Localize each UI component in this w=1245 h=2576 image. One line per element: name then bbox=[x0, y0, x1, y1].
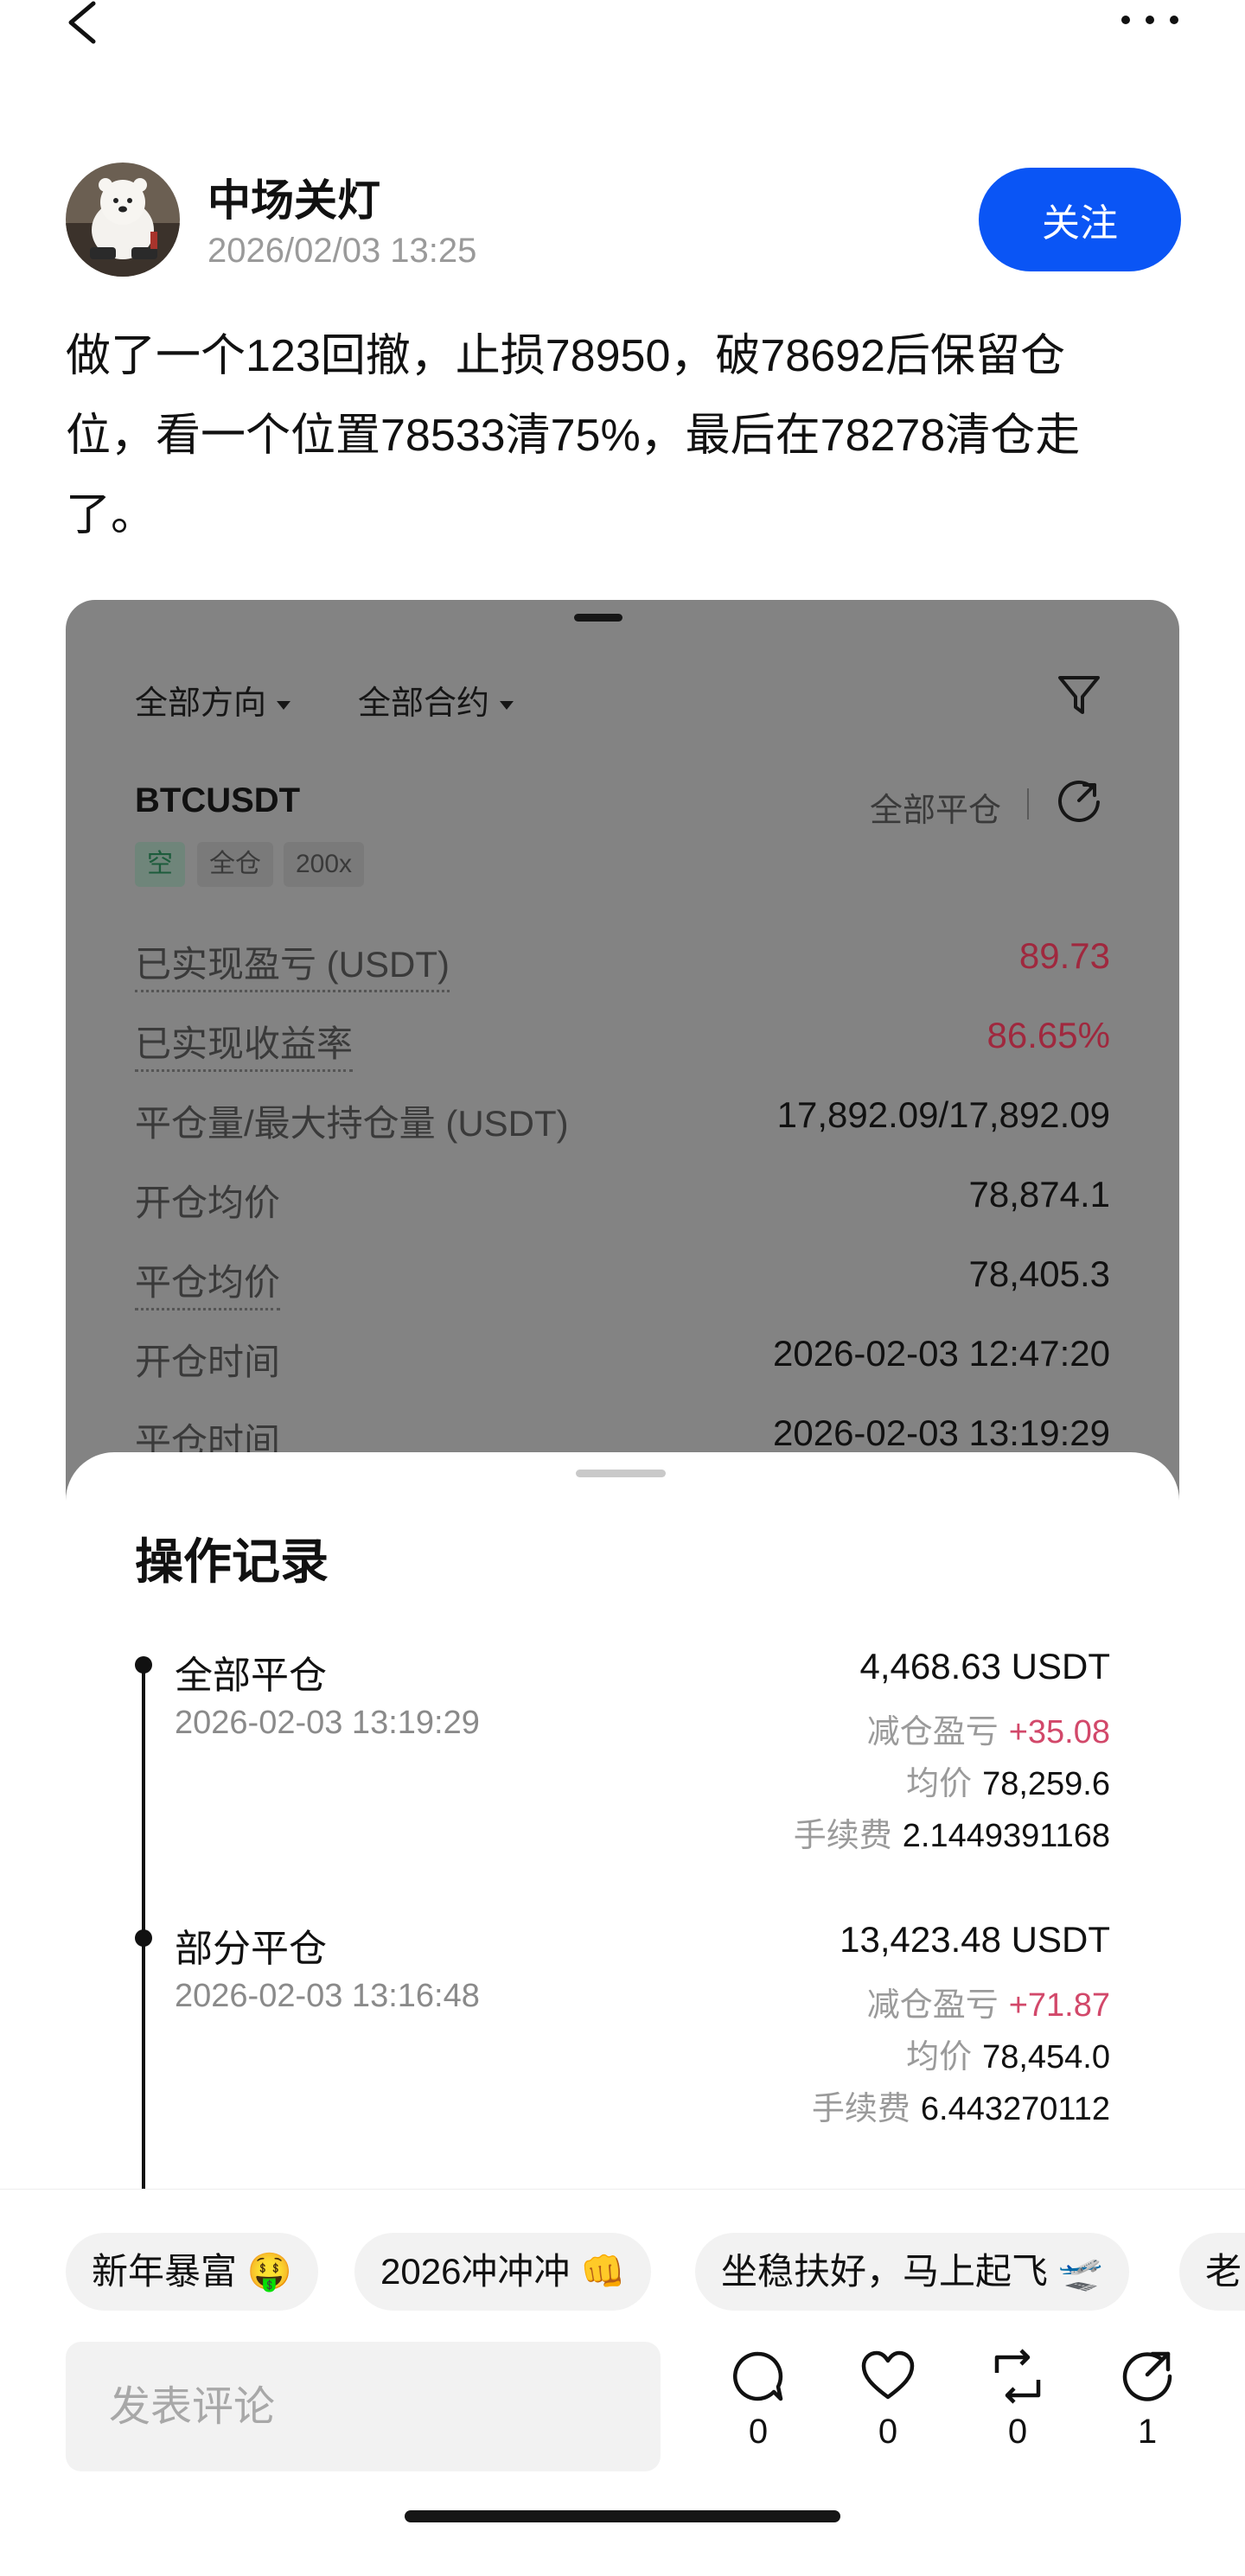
fee-value: 6.443270112 bbox=[920, 2091, 1110, 2127]
leverage-tag: 200x bbox=[284, 842, 365, 887]
margin-tag: 全仓 bbox=[197, 842, 273, 887]
pnl-label: 减仓盈亏 bbox=[866, 1987, 999, 2024]
records-title: 操作记录 bbox=[135, 1534, 329, 1589]
quick-reply-chip[interactable]: 新年暴富 🤑 bbox=[66, 2233, 318, 2311]
caret-down-icon bbox=[500, 700, 514, 710]
funnel-icon bbox=[1055, 671, 1103, 719]
like-count: 0 bbox=[878, 2413, 898, 2451]
price-value: 78,454.0 bbox=[982, 2039, 1110, 2075]
share-icon bbox=[1122, 2351, 1172, 2401]
open-price-label: 开仓均价 bbox=[135, 1183, 281, 1223]
record-fee: 手续费 2.1449391168 bbox=[794, 1808, 1110, 1856]
realized-roi-label: 已实现收益率 bbox=[135, 1015, 354, 1072]
chevron-left-icon bbox=[68, 1, 96, 44]
contract-filter: 全部合约 bbox=[358, 676, 514, 724]
like-button[interactable]: 0 bbox=[840, 2349, 935, 2452]
record-time: 2026-02-03 13:19:29 bbox=[175, 1705, 480, 1741]
direction-filter-label: 全部方向 bbox=[135, 685, 267, 722]
direction-tag: 空 bbox=[135, 842, 185, 887]
follow-button[interactable]: 关注 bbox=[979, 168, 1181, 271]
price-label: 均价 bbox=[906, 1766, 973, 1802]
quick-reply-chip[interactable]: 老 bbox=[1179, 2233, 1245, 2311]
record-price: 均价 78,454.0 bbox=[906, 2030, 1110, 2077]
author-name[interactable]: 中场关灯 bbox=[208, 166, 380, 228]
record-amount: 13,423.48 USDT bbox=[840, 1919, 1110, 1960]
close-all-link: 全部平仓 bbox=[870, 793, 1002, 829]
bear-avatar-icon bbox=[66, 163, 180, 277]
fee-value: 2.1449391168 bbox=[902, 1818, 1110, 1854]
price-label: 均价 bbox=[906, 2039, 973, 2075]
sheet-handle bbox=[576, 1470, 666, 1477]
divider bbox=[1027, 788, 1029, 819]
pnl-value: +71.87 bbox=[1008, 1987, 1110, 2024]
post-text-line: 位，看一个位置78533清75%，最后在78278清仓走 bbox=[66, 411, 1081, 461]
realized-pnl-value: 89.73 bbox=[1018, 935, 1110, 976]
symbol-label: BTCUSDT bbox=[135, 781, 301, 819]
post-time: 2026/02/03 13:25 bbox=[208, 232, 477, 270]
close-volume-label: 平仓量/最大持仓量 (USDT) bbox=[135, 1103, 569, 1144]
record-pnl: 减仓盈亏 +71.87 bbox=[867, 1978, 1110, 2025]
open-time-value: 2026-02-03 12:47:20 bbox=[773, 1333, 1110, 1374]
avatar[interactable] bbox=[66, 163, 180, 277]
back-button[interactable] bbox=[61, 0, 112, 52]
post-text-line: 了。 bbox=[66, 490, 156, 540]
record-time: 2026-02-03 13:16:48 bbox=[175, 1978, 480, 2014]
comment-input[interactable] bbox=[66, 2342, 661, 2471]
close-time-value: 2026-02-03 13:19:29 bbox=[773, 1412, 1110, 1453]
fee-label: 手续费 bbox=[811, 2091, 910, 2127]
post-text: 做了一个123回撤，止损78950，破78692后保留仓 位，看一个位置7853… bbox=[66, 316, 1190, 555]
heart-icon bbox=[861, 2350, 915, 2400]
comment-button[interactable]: 0 bbox=[711, 2349, 806, 2452]
close-price-value: 78,405.3 bbox=[968, 1253, 1111, 1294]
bottom-bar: 新年暴富 🤑 2026冲冲冲 👊 坐稳扶好，马上起飞 🛫 老 0 0 0 1 bbox=[0, 2189, 1245, 2549]
record-fee: 手续费 6.443270112 bbox=[812, 2082, 1110, 2129]
more-button[interactable] bbox=[1115, 7, 1184, 33]
fee-label: 手续费 bbox=[793, 1818, 892, 1854]
post-text-line: 做了一个123回撤，止损78950，破78692后保留仓 bbox=[66, 331, 1065, 381]
comment-icon bbox=[733, 2351, 783, 2401]
caret-down-icon bbox=[277, 700, 291, 710]
contract-filter-label: 全部合约 bbox=[358, 685, 490, 722]
drag-handle bbox=[574, 614, 622, 622]
more-dots-icon bbox=[1121, 16, 1178, 24]
quick-reply-chip[interactable]: 坐稳扶好，马上起飞 🛫 bbox=[695, 2233, 1129, 2311]
timeline-dot bbox=[135, 1656, 152, 1674]
open-price-value: 78,874.1 bbox=[968, 1174, 1111, 1215]
direction-filter: 全部方向 bbox=[135, 676, 291, 724]
price-value: 78,259.6 bbox=[982, 1766, 1110, 1802]
record-pnl: 减仓盈亏 +35.08 bbox=[867, 1705, 1110, 1752]
share-count: 1 bbox=[1137, 2413, 1158, 2451]
comment-count: 0 bbox=[748, 2413, 769, 2451]
record-title: 部分平仓 bbox=[175, 1928, 327, 1970]
open-time-label: 开仓时间 bbox=[135, 1342, 281, 1382]
record-price: 均价 78,259.6 bbox=[906, 1757, 1110, 1804]
share-icon bbox=[1057, 778, 1103, 825]
home-indicator bbox=[405, 2510, 840, 2522]
repost-icon bbox=[994, 2349, 1041, 2404]
repost-count: 0 bbox=[1007, 2413, 1028, 2451]
close-price-label: 平仓均价 bbox=[135, 1253, 281, 1310]
record-title: 全部平仓 bbox=[175, 1655, 327, 1697]
realized-roi-value: 86.65% bbox=[986, 1015, 1110, 1055]
realized-pnl-label: 已实现盈亏 (USDT) bbox=[135, 935, 450, 992]
quick-reply-chip[interactable]: 2026冲冲冲 👊 bbox=[354, 2233, 652, 2311]
close-volume-value: 17,892.09/17,892.09 bbox=[776, 1094, 1110, 1135]
repost-button[interactable]: 0 bbox=[970, 2349, 1065, 2452]
timeline-dot bbox=[135, 1929, 152, 1947]
pnl-value: +35.08 bbox=[1008, 1714, 1110, 1750]
pnl-label: 减仓盈亏 bbox=[866, 1714, 999, 1750]
record-amount: 4,468.63 USDT bbox=[859, 1646, 1111, 1687]
share-button[interactable]: 1 bbox=[1100, 2349, 1195, 2452]
